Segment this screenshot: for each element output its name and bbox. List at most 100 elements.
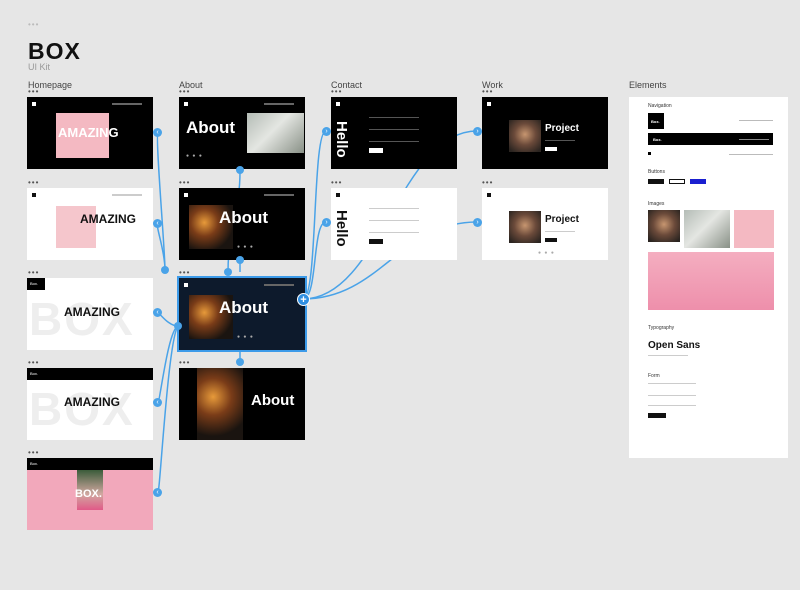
button-outline-sample [669,179,685,184]
add-link-handle[interactable]: + [297,293,310,306]
about-frame-1[interactable]: About ● ● ● [179,97,305,169]
link-target-homepage-4[interactable]: ‹ [153,398,162,407]
work-frame-2[interactable]: Project ● ● ● [482,188,608,260]
nav-links [264,194,294,196]
submit-button [369,239,383,244]
logo-mark [487,102,491,106]
work-frame-1[interactable]: Project [482,97,608,169]
link-anchor[interactable] [161,266,169,274]
link-anchor[interactable] [236,358,244,366]
page-subtitle: UI Kit [28,62,51,72]
link-anchor[interactable] [224,268,232,276]
frame-options-dots[interactable]: ••• [482,179,493,187]
homepage-frame-2[interactable]: AMAZING [27,188,153,260]
homepage-frame-4[interactable]: Box. BOX AMAZING [27,368,153,440]
frame-options-dots[interactable]: ••• [28,449,39,457]
font-sample: Open Sans [648,340,701,351]
homepage-frame-3[interactable]: Box. BOX AMAZING [27,278,153,350]
contact-headline: Hello [333,121,350,158]
frame-options-dots[interactable]: ••• [28,269,39,277]
image-sample-face [648,210,680,242]
about-frame-3-selected[interactable]: About ● ● ● [177,276,307,352]
nav-logo-mark [648,152,651,155]
pagination: ● ● ● [186,153,203,159]
frame-options-dots[interactable]: ••• [28,179,39,187]
form-field-line [369,208,419,209]
link-target-homepage-1[interactable]: ‹ [153,128,162,137]
nav-links [112,103,142,105]
frame-options-dots[interactable]: ••• [179,88,190,96]
project-image [509,211,541,243]
logo-mark [184,283,188,287]
contact-frame-2[interactable]: Hello [331,188,457,260]
hero-headline: AMAZING [64,305,120,319]
column-header-elements: Elements [629,80,667,90]
contact-frame-1[interactable]: Hello [331,97,457,169]
frame-options-dots[interactable]: ••• [331,179,342,187]
link-anchor[interactable] [174,322,182,330]
section-label-images: Images [648,201,665,207]
project-button [545,147,557,151]
logo-mark [32,102,36,106]
project-headline: Project [545,214,579,225]
hero-headline: AMAZING [58,125,119,140]
frame-options-dots[interactable]: ••• [179,359,190,367]
frame-options-dots[interactable]: ••• [482,88,493,96]
form-field-line [369,141,419,142]
link-anchor[interactable] [236,256,244,264]
type-sample-line [648,355,688,356]
background-watermark: BOX [29,383,135,435]
project-headline: Project [545,123,579,134]
form-field-line [648,395,696,396]
hero-headline: AMAZING [64,395,120,409]
link-target-work-2[interactable]: › [473,218,482,227]
top-options-dots[interactable]: ••• [28,21,39,29]
form-field-line [369,129,419,130]
logo-mark [32,193,36,197]
form-field-line [648,383,696,384]
contact-headline: Hello [333,210,350,247]
about-headline: About [219,298,269,317]
nav-links [739,120,773,121]
link-target-homepage-3[interactable]: ‹ [153,308,162,317]
form-field-line [648,405,696,406]
link-target-homepage-5[interactable]: ‹ [153,488,162,497]
link-target-contact-1[interactable]: › [322,127,331,136]
image-sample-pink [734,210,774,248]
logo-mark [184,193,188,197]
button-accent-sample [690,179,706,184]
frame-options-dots[interactable]: ••• [331,88,342,96]
about-headline: About [219,208,269,227]
about-frame-4[interactable]: About [179,368,305,440]
frame-options-dots[interactable]: ••• [28,359,39,367]
image-sample-pineapple [648,252,774,310]
logo-text: Box. [30,461,39,466]
nav-links [729,154,773,155]
homepage-frame-5[interactable]: Box. BOX. [27,458,153,530]
frame-options-dots[interactable]: ••• [179,269,190,277]
hero-headline: BOX. [75,488,102,500]
link-about-contact1 [302,130,327,300]
button-primary-sample [648,179,664,184]
link-target-contact-2[interactable]: › [322,218,331,227]
submit-button [369,148,383,153]
frame-options-dots[interactable]: ••• [179,179,190,187]
nav-links [264,103,294,105]
about-image [197,368,243,440]
frame-options-dots[interactable]: ••• [28,88,39,96]
logo-mark [336,193,340,197]
homepage-frame-1[interactable]: AMAZING [27,97,153,169]
about-frame-2[interactable]: About ● ● ● [179,188,305,260]
link-anchor[interactable] [236,166,244,174]
pagination: ● ● ● [237,244,254,250]
hero-headline: AMAZING [80,212,136,226]
link-home-2 [156,223,166,271]
link-home-4 [157,325,179,403]
image-sample-mist [684,210,730,248]
link-target-homepage-2[interactable]: ‹ [153,219,162,228]
background-watermark: BOX [29,293,135,345]
link-target-work-1[interactable]: › [473,127,482,136]
pagination: ● ● ● [237,334,254,340]
elements-artboard[interactable]: Navigation Box. Box. Buttons Images Typo… [629,97,788,458]
logo-mark [336,102,340,106]
